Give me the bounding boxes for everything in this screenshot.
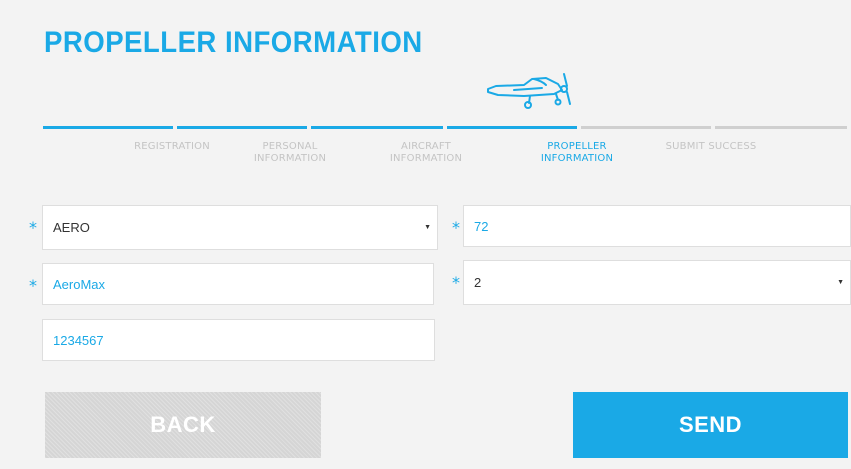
step-aircraft-information: AIRCRAFT INFORMATION [389,141,463,164]
manufacturer-value: AERO [53,220,90,235]
step-registration: REGISTRATION [134,141,210,152]
back-button[interactable]: BACK [45,392,321,458]
blades-value: 2 [474,275,482,290]
progress-segment [581,126,711,129]
progress-segment [177,126,307,129]
progress-segment [715,126,847,129]
progress-segment [43,126,173,129]
caret-down-icon: ▼ [424,223,431,231]
diameter-input[interactable]: 72 [463,205,851,247]
step-personal-information: PERSONAL INFORMATION [253,141,327,164]
required-marker: * [29,218,37,237]
progress-segment [311,126,443,129]
serial-number-input[interactable]: 1234567 [42,319,435,361]
required-marker: * [452,273,460,292]
airplane-icon [487,73,571,109]
diameter-value: 72 [474,218,489,234]
progress-segment [447,126,577,129]
serial-number-value: 1234567 [53,332,104,348]
required-marker: * [29,276,37,295]
model-input[interactable]: AeroMax [42,263,434,305]
required-marker: * [452,218,460,237]
model-value: AeroMax [53,276,106,292]
step-propeller-information: PROPELLER INFORMATION [540,141,614,164]
manufacturer-select[interactable]: AERO ▼ [42,205,438,250]
step-submit-success: SUBMIT SUCCESS [665,141,757,152]
send-button[interactable]: SEND [573,392,848,458]
page-title: PROPELLER INFORMATION [44,26,423,59]
blades-select[interactable]: 2 ▼ [463,260,851,305]
caret-down-icon: ▼ [837,278,844,286]
